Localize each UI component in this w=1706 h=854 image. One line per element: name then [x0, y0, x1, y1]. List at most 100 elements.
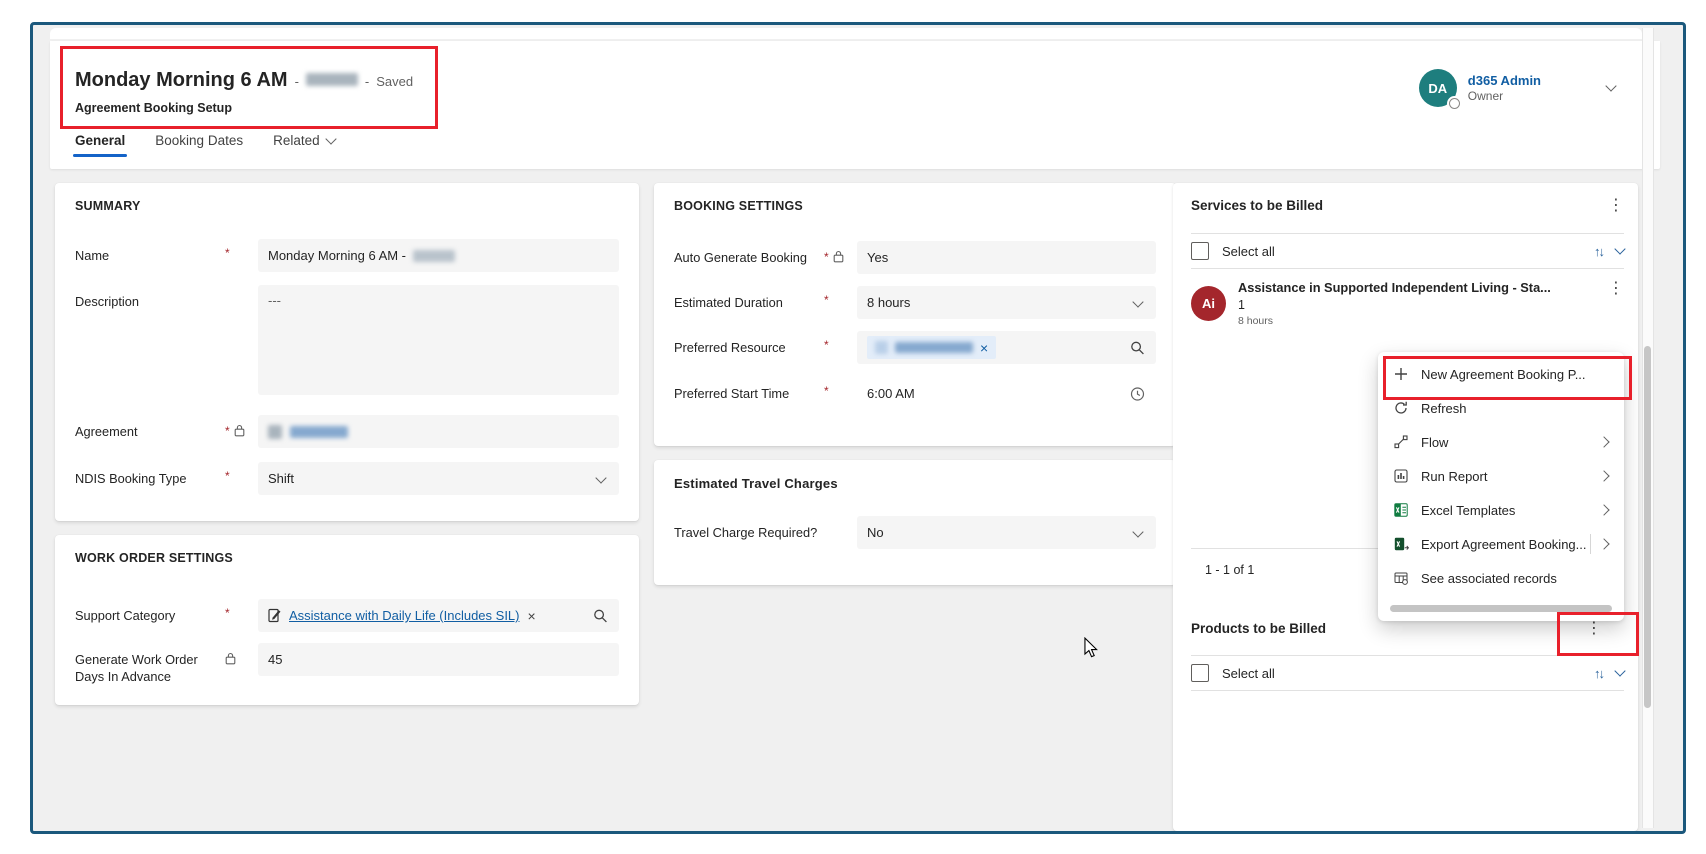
- menu-item-see-associated-records[interactable]: See associated records: [1378, 561, 1624, 595]
- select-all-checkbox[interactable]: [1191, 664, 1209, 682]
- required-marker: *: [824, 386, 829, 396]
- redacted-text: [290, 426, 348, 438]
- field-label-ndis-booking-type: NDIS Booking Type: [75, 462, 225, 487]
- menu-item-run-report[interactable]: Run Report: [1378, 459, 1624, 493]
- field-label-preferred-resource: Preferred Resource: [674, 331, 824, 356]
- dismiss-icon[interactable]: ×: [980, 343, 988, 353]
- required-marker: *: [824, 252, 829, 262]
- chevron-right-icon: [1598, 470, 1609, 481]
- owner-role: Owner: [1468, 89, 1541, 104]
- services-panel-title: Services to be Billed: [1191, 198, 1608, 213]
- menu-item-flow[interactable]: Flow: [1378, 425, 1624, 459]
- screenshot-root: Monday Morning 6 AM - - Saved Agreement …: [0, 0, 1706, 854]
- chevron-down-icon[interactable]: [1614, 665, 1625, 676]
- field-label-preferred-start-time: Preferred Start Time: [674, 377, 824, 402]
- more-vertical-icon[interactable]: ⋮: [1608, 282, 1624, 327]
- agreement-lookup[interactable]: [258, 415, 619, 448]
- select-all-label: Select all: [1222, 666, 1581, 681]
- redacted-text: [895, 342, 973, 353]
- section-title: Estimated Travel Charges: [674, 476, 838, 491]
- menu-horizontal-scrollbar[interactable]: [1390, 605, 1612, 612]
- annotation-box-title: [60, 46, 438, 129]
- associated-records-icon: [1392, 570, 1410, 586]
- chevron-down-icon: [1132, 296, 1143, 307]
- name-input[interactable]: Monday Morning 6 AM -: [258, 239, 619, 272]
- excel-export-icon: [1392, 536, 1410, 552]
- more-vertical-icon[interactable]: ⋮: [1608, 199, 1624, 213]
- estimated-duration-select[interactable]: 8 hours: [857, 286, 1156, 319]
- chevron-down-icon[interactable]: [1605, 80, 1616, 91]
- description-input[interactable]: ---: [258, 285, 619, 395]
- excel-icon: [1392, 502, 1410, 518]
- owner-name[interactable]: d365 Admin: [1468, 72, 1541, 89]
- chevron-right-icon: [1598, 436, 1609, 447]
- redacted-icon: [268, 425, 282, 439]
- select-all-checkbox[interactable]: [1191, 242, 1209, 260]
- dismiss-icon[interactable]: ×: [527, 611, 535, 621]
- search-icon[interactable]: [593, 608, 608, 623]
- tab-booking-dates[interactable]: Booking Dates: [155, 133, 243, 157]
- redacted-icon: [875, 341, 888, 354]
- required-marker: *: [225, 608, 230, 618]
- sort-arrows-icon[interactable]: ↑↓: [1594, 666, 1603, 681]
- refresh-icon: [1392, 400, 1410, 416]
- menu-item-export-agreement-booking[interactable]: Export Agreement Booking...: [1378, 527, 1624, 561]
- ndis-booking-type-select[interactable]: Shift: [258, 462, 619, 495]
- owner-control[interactable]: DA d365 Admin Owner: [1419, 69, 1615, 107]
- work-order-settings-section: WORK ORDER SETTINGS Support Category * A…: [55, 535, 639, 705]
- summary-section: SUMMARY Name * Monday Morning 6 AM - Des…: [55, 183, 639, 521]
- services-select-all-row: Select all ↑↓: [1191, 234, 1624, 268]
- lock-icon: [225, 652, 236, 665]
- required-marker: *: [225, 471, 230, 481]
- required-marker: *: [824, 295, 829, 305]
- run-report-icon: [1392, 468, 1410, 484]
- support-category-link[interactable]: Assistance with Daily Life (Includes SIL…: [289, 608, 519, 623]
- field-label-agreement: Agreement: [75, 415, 225, 440]
- preferred-start-time-input[interactable]: 6:00 AM: [857, 377, 1156, 410]
- divider: [1191, 690, 1624, 691]
- field-label-description: Description: [75, 285, 225, 310]
- services-header: Services to be Billed ⋮: [1191, 198, 1624, 213]
- tab-general[interactable]: General: [75, 133, 125, 157]
- generate-days-input[interactable]: 45: [258, 643, 619, 676]
- scrollbar-thumb[interactable]: [1644, 346, 1651, 708]
- service-item-quantity: 1: [1238, 298, 1596, 312]
- field-label-generate-days: Generate Work Order Days In Advance: [75, 643, 225, 685]
- preferred-resource-lookup[interactable]: ×: [857, 331, 1156, 364]
- chevron-down-icon: [1132, 526, 1143, 537]
- booking-settings-section: BOOKING SETTINGS Auto Generate Booking *…: [654, 183, 1176, 446]
- required-marker: *: [225, 426, 230, 436]
- products-select-all-row: Select all ↑↓: [1191, 656, 1624, 690]
- flow-icon: [1392, 434, 1410, 450]
- form-tabs: General Booking Dates Related: [75, 133, 335, 157]
- service-list-item[interactable]: Ai Assistance in Supported Independent L…: [1191, 280, 1624, 327]
- support-category-lookup[interactable]: Assistance with Daily Life (Includes SIL…: [258, 599, 619, 632]
- vertical-scrollbar[interactable]: [1642, 28, 1654, 828]
- tab-related[interactable]: Related: [273, 133, 335, 157]
- service-item-title[interactable]: Assistance in Supported Independent Livi…: [1238, 280, 1596, 295]
- section-title: SUMMARY: [75, 199, 141, 213]
- chevron-down-icon[interactable]: [1614, 243, 1625, 254]
- menu-item-excel-templates[interactable]: Excel Templates: [1378, 493, 1624, 527]
- required-marker: *: [824, 340, 829, 350]
- field-label-name: Name: [75, 239, 225, 264]
- travel-charge-required-select[interactable]: No: [857, 516, 1156, 549]
- section-title: BOOKING SETTINGS: [674, 199, 803, 213]
- annotation-box-menu-item: [1383, 356, 1632, 400]
- sort-arrows-icon[interactable]: ↑↓: [1594, 244, 1603, 259]
- field-label-travel-charge-required: Travel Charge Required?: [674, 516, 824, 541]
- mouse-cursor: [1081, 637, 1101, 659]
- clock-icon[interactable]: [1130, 386, 1145, 401]
- service-item-duration: 8 hours: [1238, 315, 1596, 327]
- required-marker: *: [225, 248, 230, 258]
- resource-pill: ×: [867, 336, 996, 359]
- search-icon[interactable]: [1130, 340, 1145, 355]
- select-all-label: Select all: [1222, 244, 1581, 259]
- command-bar-remnant: [50, 28, 1642, 39]
- travel-charges-section: Estimated Travel Charges Travel Charge R…: [654, 460, 1176, 585]
- annotation-box-products-kebab: [1557, 612, 1639, 656]
- products-panel-title: Products to be Billed: [1191, 621, 1586, 636]
- presence-status-icon: [1449, 98, 1460, 109]
- chevron-right-icon: [1598, 538, 1609, 549]
- auto-generate-booking-field[interactable]: Yes: [857, 241, 1156, 274]
